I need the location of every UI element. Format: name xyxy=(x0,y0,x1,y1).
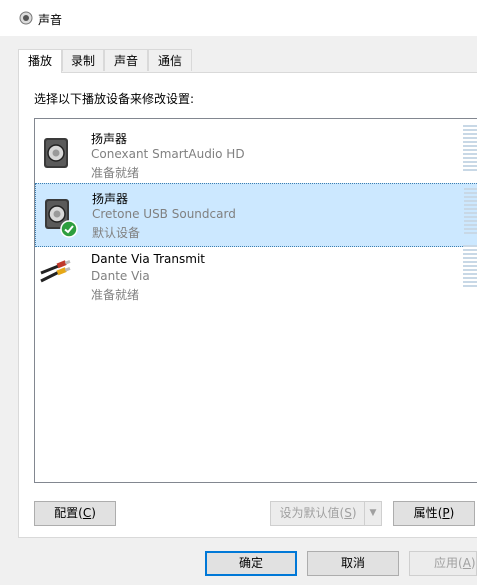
default-check-icon xyxy=(60,220,78,238)
device-status: 准备就绪 xyxy=(91,166,140,180)
device-status: 默认设备 xyxy=(92,226,141,240)
device-description: Dante Via xyxy=(91,269,150,283)
speaker-icon xyxy=(19,11,33,25)
device-description: Conexant SmartAudio HD xyxy=(91,147,245,161)
device-name: 扬声器 xyxy=(92,192,129,206)
apply-button[interactable]: 应用(A) xyxy=(409,551,477,576)
playback-panel: 选择以下播放设备来修改设置: 扬声器 Conexant SmartAudio H… xyxy=(18,72,477,538)
tab-sounds[interactable]: 声音 xyxy=(104,49,148,71)
set-default-button[interactable]: 设为默认值(S) ▼ xyxy=(270,501,382,526)
tab-recording[interactable]: 录制 xyxy=(62,49,104,71)
device-name: 扬声器 xyxy=(91,132,128,146)
device-name: Dante Via Transmit xyxy=(91,252,205,266)
speaker-device-icon xyxy=(44,138,68,168)
device-item-dante-via[interactable]: Dante Via Transmit Dante Via 准备就绪 xyxy=(35,245,477,311)
properties-button[interactable]: 属性(P) xyxy=(393,501,475,526)
audio-cable-icon xyxy=(40,259,71,283)
instruction-text: 选择以下播放设备来修改设置: xyxy=(34,92,195,106)
device-status: 准备就绪 xyxy=(91,288,140,302)
device-list[interactable]: 扬声器 Conexant SmartAudio HD 准备就绪 扬声器 Cret… xyxy=(34,118,477,483)
title-bar: 声音 xyxy=(0,0,477,36)
volume-meter xyxy=(463,245,477,289)
ok-button[interactable]: 确定 xyxy=(205,551,297,576)
configure-button[interactable]: 配置(C) xyxy=(34,501,116,526)
window-title: 声音 xyxy=(38,13,63,27)
device-description: Cretone USB Soundcard xyxy=(92,207,236,221)
device-item-speaker-cretone[interactable]: 扬声器 Cretone USB Soundcard 默认设备 xyxy=(35,183,477,247)
volume-meter xyxy=(464,188,477,238)
chevron-down-icon[interactable]: ▼ xyxy=(364,502,381,525)
tab-playback[interactable]: 播放 xyxy=(18,49,62,73)
device-item-speaker-conexant[interactable]: 扬声器 Conexant SmartAudio HD 准备就绪 xyxy=(35,119,477,183)
cancel-button[interactable]: 取消 xyxy=(307,551,399,576)
volume-meter xyxy=(463,125,477,175)
tab-communications[interactable]: 通信 xyxy=(148,49,192,71)
